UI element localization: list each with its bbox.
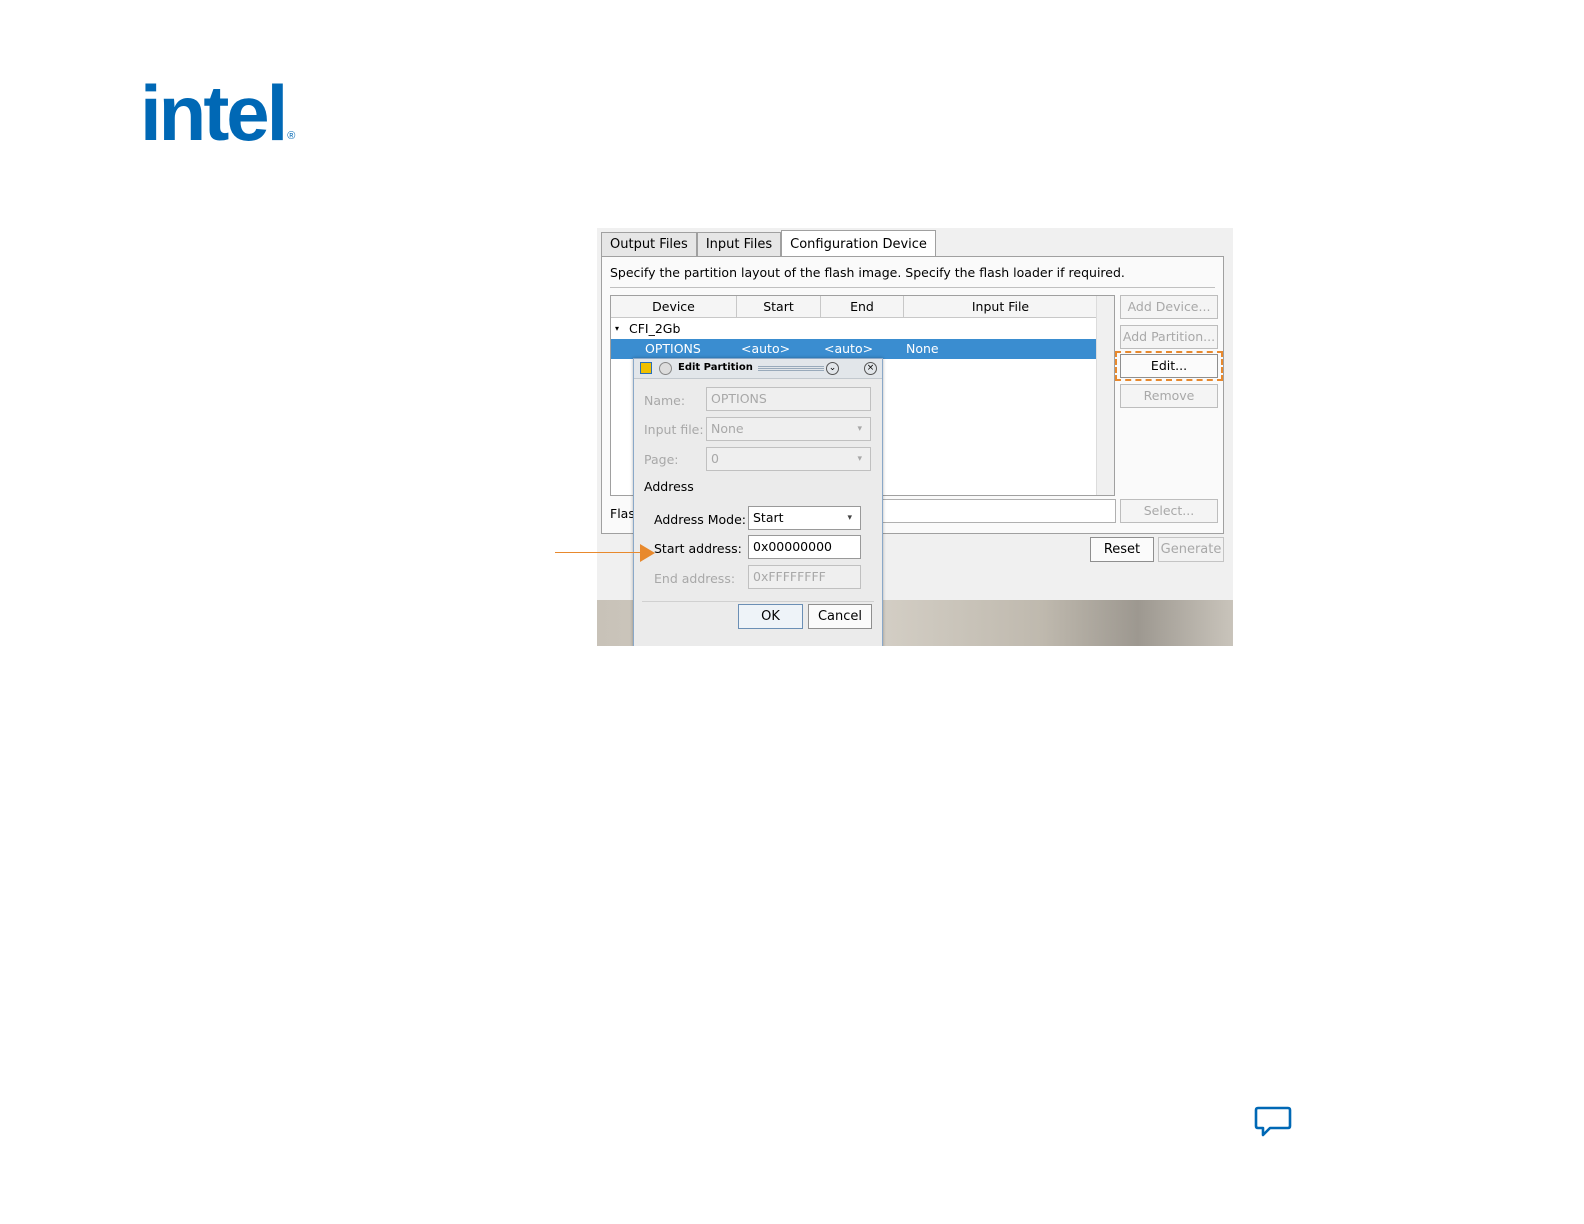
tree-row-device[interactable]: ▾ CFI_2Gb [611, 319, 1097, 339]
name-field[interactable]: OPTIONS [706, 387, 871, 411]
edit-button[interactable]: Edit... [1120, 354, 1218, 378]
end-address-input[interactable]: 0xFFFFFFFF [748, 565, 861, 589]
row-end: <auto> [824, 341, 874, 356]
cancel-button[interactable]: Cancel [808, 604, 872, 629]
configuration-device-screenshot: Output Files Input Files Configuration D… [597, 228, 1233, 646]
address-mode-label: Address Mode: [654, 512, 747, 527]
panel-description: Specify the partition layout of the flas… [610, 265, 1125, 280]
dialog-titlebar[interactable]: Edit Partition ⌄ × [634, 359, 882, 379]
add-device-button[interactable]: Add Device... [1120, 295, 1218, 319]
page-select[interactable]: 0 ▾ [706, 447, 871, 471]
callout-arrow-icon [640, 544, 655, 562]
table-header: Device Start End Input File [611, 296, 1097, 318]
input-file-select[interactable]: None ▾ [706, 417, 871, 441]
intel-logo: intel ® [140, 74, 295, 152]
column-header-start[interactable]: Start [737, 296, 821, 317]
window-menu-icon[interactable] [659, 362, 672, 375]
column-header-end[interactable]: End [821, 296, 904, 317]
callout-line [555, 552, 640, 553]
row-start: <auto> [741, 341, 791, 356]
page-label: Page: [644, 452, 679, 467]
reset-button[interactable]: Reset [1090, 537, 1154, 562]
input-file-value: None [711, 421, 744, 436]
titlebar-grip [758, 366, 824, 372]
app-icon [640, 362, 652, 374]
page-value: 0 [711, 451, 719, 466]
select-button[interactable]: Select... [1120, 499, 1218, 523]
name-label: Name: [644, 393, 686, 408]
input-file-label: Input file: [644, 422, 704, 437]
close-icon[interactable]: × [864, 362, 877, 375]
dialog-title: Edit Partition [678, 362, 753, 373]
divider [610, 287, 1215, 288]
address-section-title: Address [644, 479, 694, 494]
device-name: CFI_2Gb [629, 321, 681, 336]
start-address-input[interactable]: 0x00000000 [748, 535, 861, 559]
logo-text: intel [140, 69, 288, 157]
dropdown-arrow-icon: ▾ [857, 424, 862, 434]
dropdown-arrow-icon: ▾ [847, 513, 852, 523]
start-address-label: Start address: [654, 541, 742, 556]
tree-row-options[interactable]: OPTIONS <auto> <auto> None [611, 339, 1097, 359]
dropdown-arrow-icon: ▾ [857, 454, 862, 464]
minimize-icon[interactable]: ⌄ [826, 362, 839, 375]
feedback-icon[interactable] [1254, 1104, 1292, 1140]
tab-output-files[interactable]: Output Files [601, 232, 697, 257]
add-partition-button[interactable]: Add Partition... [1120, 325, 1218, 349]
registered-mark: ® [287, 130, 296, 142]
edit-partition-dialog: Edit Partition ⌄ × Name: OPTIONS Input f… [633, 358, 883, 646]
column-header-input-file[interactable]: Input File [904, 296, 1097, 317]
flash-loader-field[interactable] [878, 499, 1116, 523]
remove-button[interactable]: Remove [1120, 384, 1218, 408]
table-scrollbar[interactable] [1096, 296, 1114, 495]
end-address-label: End address: [654, 571, 736, 586]
tab-input-files[interactable]: Input Files [696, 232, 782, 257]
expand-arrow-icon[interactable]: ▾ [615, 319, 619, 339]
column-header-device[interactable]: Device [611, 296, 737, 317]
address-mode-select[interactable]: Start ▾ [748, 506, 861, 530]
ok-button[interactable]: OK [738, 604, 803, 629]
row-device: OPTIONS [645, 341, 701, 356]
address-mode-value: Start [753, 510, 784, 525]
generate-button[interactable]: Generate [1158, 537, 1224, 562]
tab-configuration-device[interactable]: Configuration Device [781, 230, 936, 257]
row-input-file: None [906, 341, 939, 356]
tab-bar: Output Files Input Files Configuration D… [601, 230, 936, 257]
dialog-divider [642, 601, 874, 602]
